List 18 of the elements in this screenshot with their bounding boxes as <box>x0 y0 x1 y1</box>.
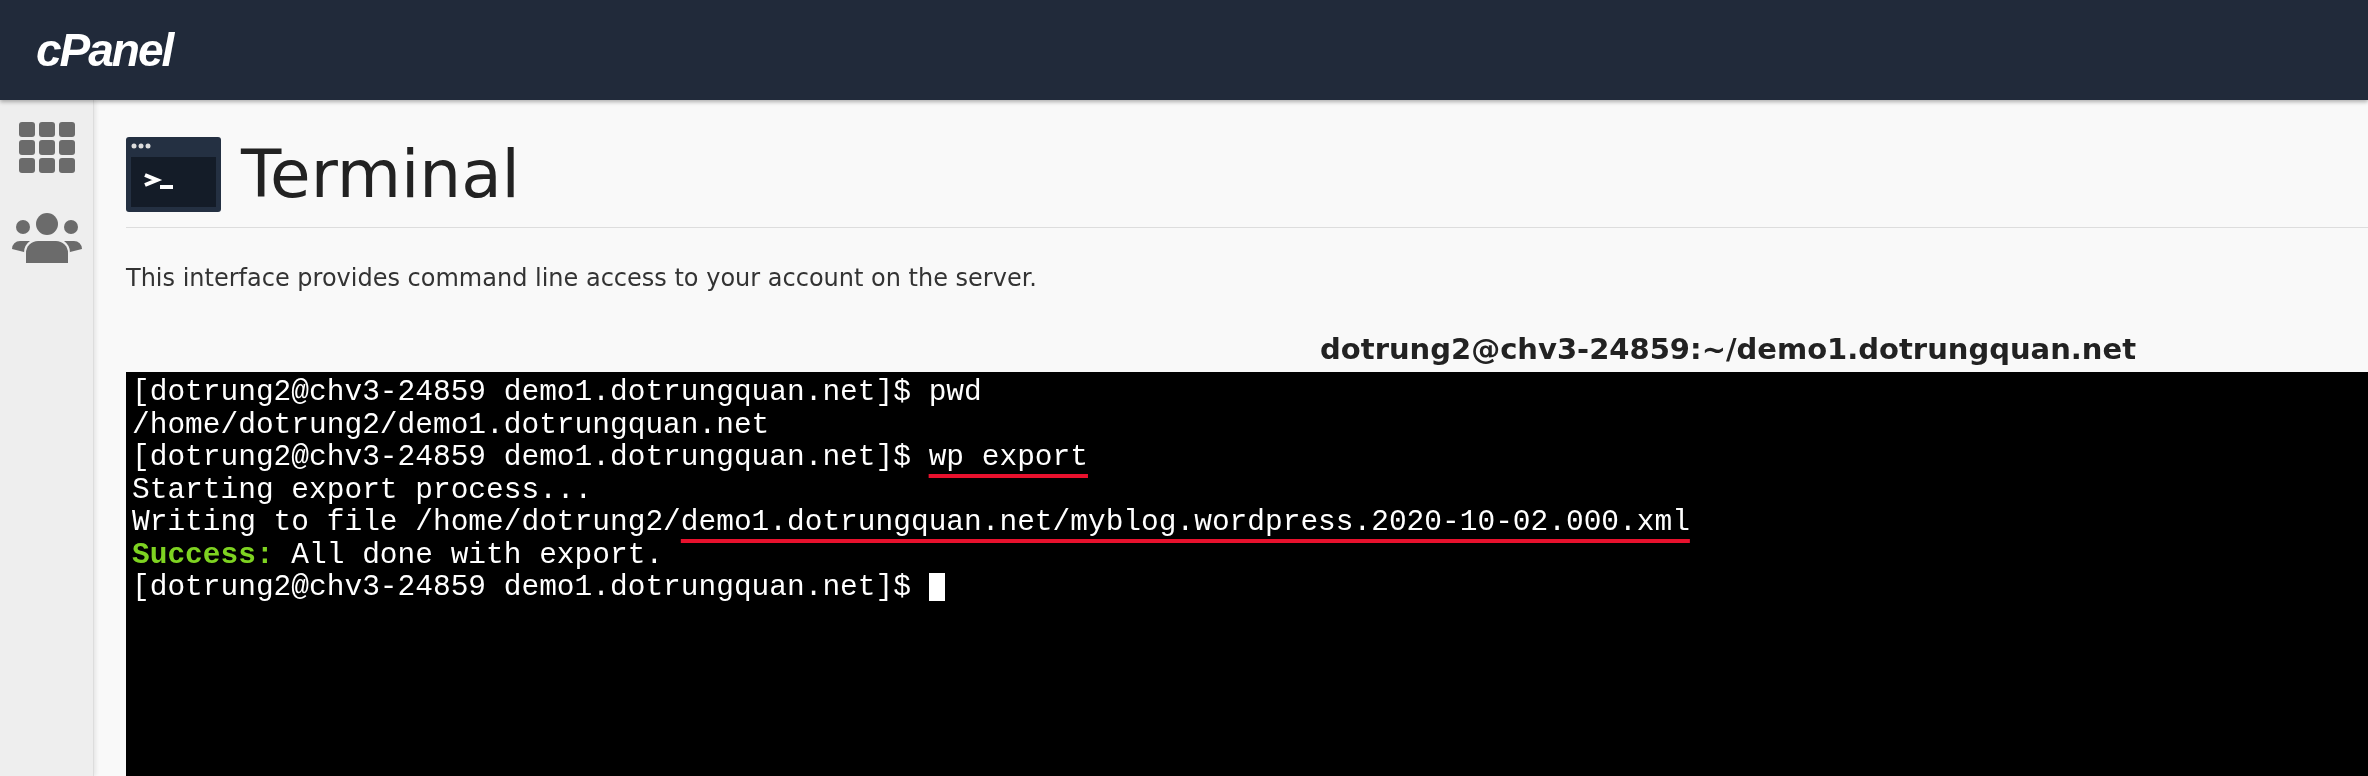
terminal-text: Starting export process... <box>132 473 593 506</box>
terminal-text: [dotrung2@chv3-24859 demo1.dotrungquan.net]$ <box>132 441 912 474</box>
success-label: Success: <box>132 538 274 571</box>
terminal-text: All done with export. <box>290 538 664 571</box>
terminal-text: /home/dotrung2/demo1.dotrungquan.net <box>132 408 770 441</box>
terminal-text: [dotrung2@chv3-24859 demo1.dotrungquan.net]$ <box>132 571 912 604</box>
users-icon[interactable] <box>11 213 82 263</box>
terminal-screen[interactable] <box>126 372 2368 776</box>
terminal-text: wp export <box>928 441 1088 474</box>
terminal-text: Writing to file /home/dotrung2/ <box>132 506 681 539</box>
terminal-title: dotrung2@chv3-24859:~/demo1.dotrungquan.net <box>1320 332 2136 366</box>
page-title: Terminal <box>241 136 520 213</box>
logo[interactable]: cPanel <box>36 23 173 77</box>
terminal-icon <box>126 137 221 212</box>
apps-grid-icon[interactable] <box>18 122 75 173</box>
terminal-text: [dotrung2@chv3-24859 demo1.dotrungquan.net]$ pwd <box>132 376 982 409</box>
page-description: This interface provides command line access to your account on the server. <box>126 264 1038 292</box>
terminal-text: demo1.dotrungquan.net/myblog.wordpress.2020-10-02.000.xml <box>680 506 1690 539</box>
